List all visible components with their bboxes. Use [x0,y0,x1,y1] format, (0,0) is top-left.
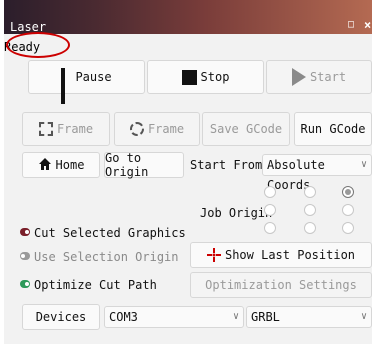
optimization-settings-label: Optimization Settings [205,278,357,292]
run-gcode-button[interactable]: Run GCode [294,112,372,146]
frame-label: Frame [56,122,94,136]
job-origin-radio-tc[interactable] [304,186,316,198]
job-origin-radio-br[interactable] [342,222,354,234]
frame-rect-icon [38,122,53,136]
port-select[interactable]: COM3 ∨ [104,306,244,328]
use-selection-origin-toggle[interactable] [20,252,30,260]
job-origin-label: Job Origin [200,206,273,220]
start-from-select[interactable]: Absolute Coords ∨ [262,154,372,192]
job-origin-radio-bl[interactable] [264,222,276,234]
frame-button[interactable]: Frame [22,112,110,146]
optimize-cut-path-toggle[interactable] [20,280,30,288]
chevron-down-icon: ∨ [360,311,367,322]
chevron-down-icon: ∨ [360,159,367,170]
show-last-position-button[interactable]: Show Last Position [190,242,372,268]
go-to-origin-button[interactable]: Go to Origin [104,151,184,179]
run-gcode-label: Run GCode [300,122,366,136]
optimization-settings-button[interactable]: Optimization Settings [190,272,372,298]
job-origin-radio-mc[interactable] [304,204,316,216]
job-origin-radio-ml[interactable] [264,204,276,216]
play-icon [291,68,306,86]
close-icon[interactable]: × [364,19,372,31]
save-gcode-label: Save GCode [209,122,283,136]
stop-icon [181,69,197,85]
crosshair-icon [206,248,221,262]
stop-label: Stop [200,70,230,84]
chevron-down-icon: ∨ [232,311,239,322]
devices-label: Devices [35,310,87,324]
start-button[interactable]: Start [266,60,372,94]
devices-button[interactable]: Devices [22,304,100,330]
pause-button[interactable]: Pause [28,60,145,104]
pin-icon[interactable]: □ [348,20,358,30]
home-label: Home [55,158,85,172]
use-selection-origin-label: Use Selection Origin [34,250,179,264]
optimize-cut-path-label: Optimize Cut Path [34,278,157,292]
job-origin-radio-bc[interactable] [304,222,316,234]
frame-circle-icon [129,122,144,136]
port-value: COM3 [109,310,138,324]
job-origin-radio-mr[interactable] [342,204,354,216]
frame-circle-button[interactable]: Frame [114,112,200,146]
start-from-label: Start From: [190,158,270,172]
stop-button[interactable]: Stop [147,60,264,94]
pause-icon [61,68,71,104]
job-origin-radio-tl[interactable] [264,186,276,198]
firmware-value: GRBL [251,310,280,324]
cut-selected-label: Cut Selected Graphics [34,226,186,240]
cut-selected-toggle[interactable] [20,228,30,236]
home-icon [38,157,52,174]
job-origin-radio-tr[interactable] [342,186,354,198]
annotation-circle [6,32,70,58]
pause-label: Pause [75,70,112,84]
start-from-value: Absolute Coords [267,158,325,192]
show-last-position-label: Show Last Position [224,248,356,262]
home-button[interactable]: Home [22,152,100,178]
laser-window: Laser □ × Ready Pause Stop Start Frame F… [4,0,372,344]
title-bar[interactable]: Laser □ × [4,0,372,34]
frame-circle-label: Frame [147,122,185,136]
firmware-select[interactable]: GRBL ∨ [246,306,372,328]
start-label: Start [309,70,347,84]
go-to-origin-label: Go to Origin [105,151,149,179]
save-gcode-button[interactable]: Save GCode [202,112,290,146]
